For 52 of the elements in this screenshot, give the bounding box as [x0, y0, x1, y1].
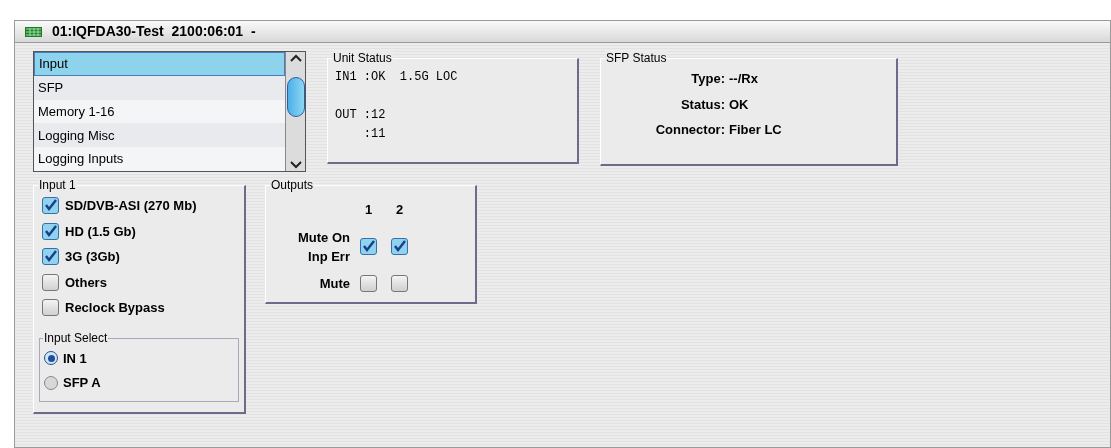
checkbox-label: SD/DVB-ASI (270 Mb): [65, 197, 197, 215]
list-item[interactable]: Input: [34, 52, 285, 76]
checkbox[interactable]: [42, 248, 59, 266]
checkmark-icon: [44, 250, 57, 264]
chevron-down-icon[interactable]: [289, 161, 302, 169]
column-header: 1: [363, 201, 374, 219]
checkbox-label: 3G (3Gb): [65, 248, 120, 266]
radio-button[interactable]: [44, 375, 58, 390]
scrollbar[interactable]: [285, 52, 305, 171]
checkbox[interactable]: [360, 238, 377, 255]
field-value: Fiber LC: [728, 121, 783, 139]
checkbox[interactable]: [42, 299, 59, 317]
list-item[interactable]: Logging Inputs: [34, 147, 285, 171]
field-value: --/Rx: [728, 70, 759, 88]
group-title: Input 1: [38, 178, 77, 192]
checkmark-icon: [44, 199, 57, 213]
checkbox[interactable]: [42, 197, 59, 215]
checkbox[interactable]: [391, 274, 408, 292]
checkbox[interactable]: [42, 273, 59, 291]
row-label: Mute On Inp Err: [297, 228, 351, 266]
checkmark-icon: [362, 240, 375, 253]
column-header: 2: [394, 201, 405, 219]
radio-label: SFP A: [63, 374, 101, 392]
group-title: Input Select: [43, 330, 109, 345]
checkmark-icon: [44, 224, 57, 238]
status-line: OUT :12: [335, 107, 387, 124]
group-title: Outputs: [270, 178, 315, 192]
row-label: Mute: [318, 274, 351, 293]
status-line: IN1 :OK 1.5G LOC: [335, 69, 459, 86]
window-title: 01:IQFDA30-Test 2100:06:01 -: [52, 22, 256, 41]
checkbox-label: Others: [65, 273, 107, 292]
scroll-thumb[interactable]: [286, 76, 305, 117]
radio-button[interactable]: [44, 351, 58, 366]
checkmark-icon: [393, 240, 406, 253]
status-line: :11: [362, 126, 387, 143]
group-title: SFP Status: [605, 51, 668, 65]
checkbox[interactable]: [42, 222, 59, 240]
checkbox[interactable]: [391, 238, 408, 255]
group-title: Unit Status: [332, 51, 393, 65]
field-label: Connector:: [654, 121, 725, 139]
grid-icon: [25, 26, 42, 37]
list-item[interactable]: SFP: [34, 75, 285, 100]
list-item[interactable]: Logging Misc: [34, 123, 285, 148]
list-item[interactable]: Memory 1-16: [34, 99, 285, 124]
chevron-up-icon[interactable]: [289, 54, 302, 62]
checkbox-label: Reclock Bypass: [65, 299, 165, 317]
field-label: Status:: [679, 95, 725, 114]
field-value: OK: [728, 95, 750, 114]
radio-label: IN 1: [63, 349, 87, 368]
field-label: Type:: [690, 70, 725, 88]
checkbox[interactable]: [360, 274, 377, 292]
checkbox-label: HD (1.5 Gb): [65, 222, 136, 241]
